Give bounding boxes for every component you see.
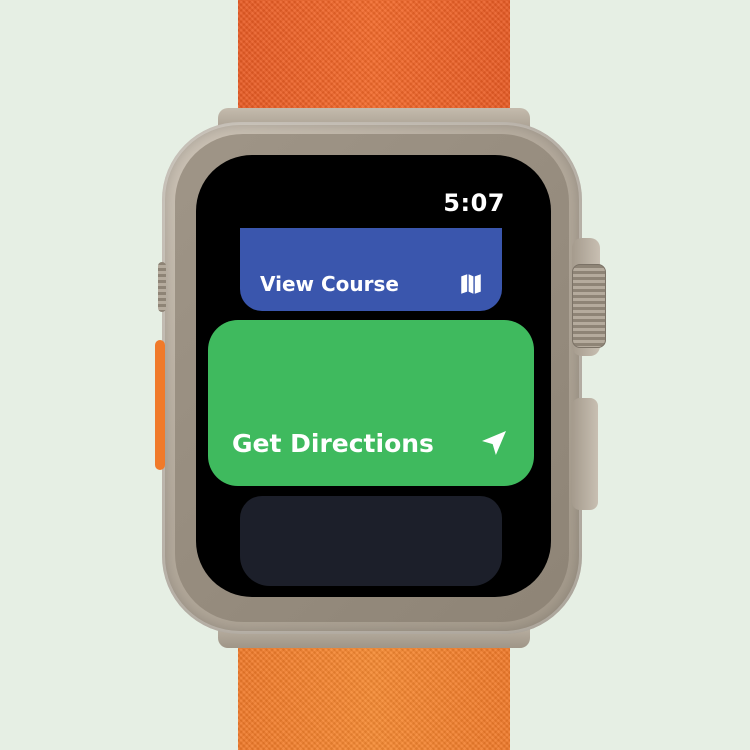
action-button[interactable] bbox=[155, 340, 165, 470]
map-icon bbox=[458, 271, 484, 297]
digital-crown[interactable] bbox=[572, 264, 606, 348]
view-course-label: View Course bbox=[260, 271, 399, 296]
view-course-button[interactable]: View Course bbox=[240, 228, 502, 311]
watch-mockup: 5:07 View Course Get Directions bbox=[0, 0, 750, 750]
status-time: 5:07 bbox=[443, 189, 505, 217]
watch-screen: 5:07 View Course Get Directions bbox=[196, 155, 551, 597]
get-directions-label: Get Directions bbox=[232, 428, 434, 458]
get-directions-button[interactable]: Get Directions bbox=[208, 320, 534, 486]
side-button[interactable] bbox=[572, 398, 598, 510]
next-card[interactable] bbox=[240, 496, 502, 586]
speaker-ridge bbox=[158, 262, 166, 312]
location-arrow-icon bbox=[478, 427, 510, 459]
